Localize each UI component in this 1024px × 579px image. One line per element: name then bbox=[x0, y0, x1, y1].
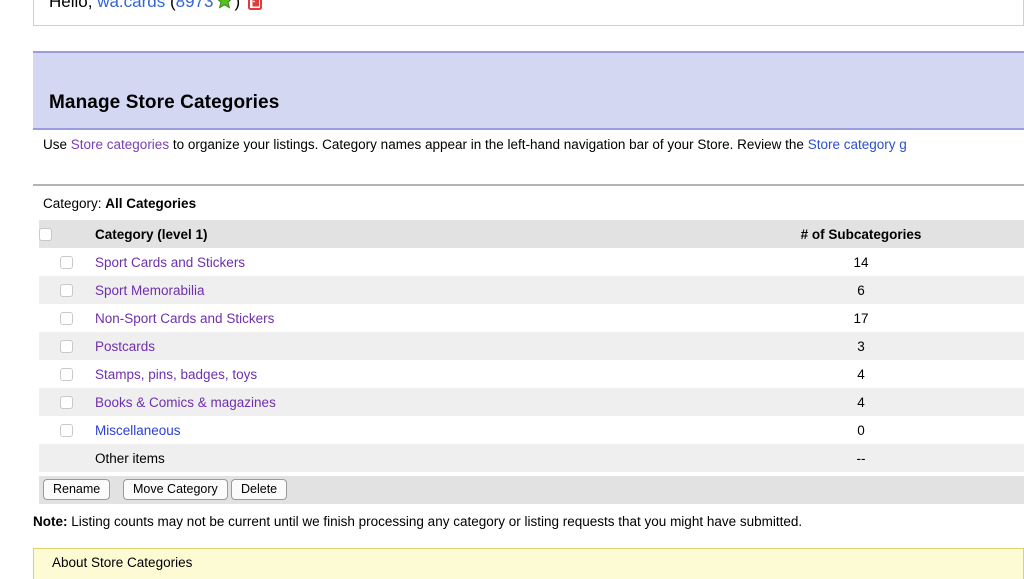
category-label-text: Category: bbox=[43, 196, 102, 211]
categories-table: Category (level 1) # of Subcategories Sp… bbox=[39, 220, 1024, 472]
table-row: Postcards 3 bbox=[39, 332, 1024, 360]
feedback-score-link[interactable]: 8973 bbox=[176, 0, 214, 11]
subcategory-count-cell: -- bbox=[781, 444, 941, 472]
category-name-cell: Stamps, pins, badges, toys bbox=[93, 360, 781, 388]
row-checkbox[interactable] bbox=[59, 256, 73, 270]
hello-label: Hello, bbox=[49, 0, 93, 11]
row-select-cell bbox=[39, 388, 93, 416]
table-row: Other items -- bbox=[39, 444, 1024, 472]
table-row: Non-Sport Cards and Stickers 17 bbox=[39, 304, 1024, 332]
current-category-label: Category: All Categories bbox=[43, 195, 196, 212]
row-spacer-cell bbox=[941, 276, 1024, 304]
category-name-cell: Non-Sport Cards and Stickers bbox=[93, 304, 781, 332]
category-name-cell: Postcards bbox=[93, 332, 781, 360]
listing-counts-note: Note: Listing counts may not be current … bbox=[33, 513, 802, 531]
me-doorway-icon[interactable] bbox=[248, 0, 263, 10]
row-spacer-cell bbox=[941, 444, 1024, 472]
subcategory-count-cell: 4 bbox=[781, 388, 941, 416]
category-name-link[interactable]: Postcards bbox=[95, 339, 155, 354]
row-select-cell bbox=[39, 332, 93, 360]
row-select-cell bbox=[39, 444, 93, 472]
row-checkbox[interactable] bbox=[59, 340, 73, 354]
close-paren: ) bbox=[234, 0, 241, 11]
table-header-row: Category (level 1) # of Subcategories bbox=[39, 220, 1024, 248]
move-category-button[interactable]: Move Category bbox=[123, 479, 228, 500]
action-button-bar: Rename Move Category Delete bbox=[39, 476, 1024, 504]
category-name-link[interactable]: Sport Cards and Stickers bbox=[95, 255, 245, 270]
row-checkbox[interactable] bbox=[59, 312, 73, 326]
category-name-cell: Other items bbox=[93, 444, 781, 472]
category-name-cell: Miscellaneous bbox=[93, 416, 781, 444]
intro-paragraph: Use Store categories to organize your li… bbox=[43, 136, 1024, 154]
category-name-link[interactable]: Miscellaneous bbox=[95, 423, 181, 438]
section-divider bbox=[33, 184, 1024, 186]
subcategory-count-cell: 6 bbox=[781, 276, 941, 304]
intro-text-before: Use bbox=[43, 137, 71, 152]
about-store-categories-title: About Store Categories bbox=[52, 555, 193, 570]
note-label: Note: bbox=[33, 514, 68, 529]
category-name-cell: Sport Memorabilia bbox=[93, 276, 781, 304]
row-spacer-cell bbox=[941, 416, 1024, 444]
category-name-link[interactable]: Stamps, pins, badges, toys bbox=[95, 367, 257, 382]
about-store-categories-panel: About Store Categories bbox=[33, 548, 1024, 579]
greeting-bar: Hello, wa.cards (8973) bbox=[33, 0, 1024, 26]
subcategory-count-cell: 14 bbox=[781, 248, 941, 276]
subcategory-count-cell: 3 bbox=[781, 332, 941, 360]
category-name-cell: Books & Comics & magazines bbox=[93, 388, 781, 416]
column-header-category[interactable]: Category (level 1) bbox=[93, 220, 781, 248]
table-row: Sport Cards and Stickers 14 bbox=[39, 248, 1024, 276]
store-categories-link[interactable]: Store categories bbox=[71, 137, 169, 152]
row-spacer-cell bbox=[941, 388, 1024, 416]
green-star-icon[interactable] bbox=[216, 0, 233, 9]
column-header-subcategories[interactable]: # of Subcategories bbox=[781, 220, 941, 248]
table-row: Stamps, pins, badges, toys 4 bbox=[39, 360, 1024, 388]
page-title: Manage Store Categories bbox=[49, 92, 280, 113]
row-select-cell bbox=[39, 304, 93, 332]
rename-button[interactable]: Rename bbox=[43, 479, 111, 500]
greeting-text: Hello, wa.cards (8973) bbox=[49, 0, 263, 12]
table-row: Sport Memorabilia 6 bbox=[39, 276, 1024, 304]
select-all-header bbox=[39, 220, 93, 248]
row-select-cell bbox=[39, 360, 93, 388]
row-select-cell bbox=[39, 248, 93, 276]
store-category-guidelines-link[interactable]: Store category g bbox=[808, 137, 907, 152]
intro-text-middle: to organize your listings. Category name… bbox=[169, 137, 808, 152]
row-select-cell bbox=[39, 416, 93, 444]
row-spacer-cell bbox=[941, 332, 1024, 360]
table-row: Miscellaneous 0 bbox=[39, 416, 1024, 444]
row-spacer-cell bbox=[941, 248, 1024, 276]
category-name-link[interactable]: Books & Comics & magazines bbox=[95, 395, 276, 410]
category-name-cell: Sport Cards and Stickers bbox=[93, 248, 781, 276]
category-label-value: All Categories bbox=[105, 196, 197, 211]
table-row: Books & Comics & magazines 4 bbox=[39, 388, 1024, 416]
subcategory-count-cell: 4 bbox=[781, 360, 941, 388]
delete-button[interactable]: Delete bbox=[231, 479, 288, 500]
page-banner: Manage Store Categories bbox=[33, 51, 1024, 130]
category-name-link[interactable]: Non-Sport Cards and Stickers bbox=[95, 311, 274, 326]
row-checkbox[interactable] bbox=[59, 368, 73, 382]
row-checkbox[interactable] bbox=[59, 424, 73, 438]
row-checkbox[interactable] bbox=[59, 396, 73, 410]
row-spacer-cell bbox=[941, 304, 1024, 332]
category-name-link[interactable]: Sport Memorabilia bbox=[95, 283, 205, 298]
row-select-cell bbox=[39, 276, 93, 304]
user-name-link[interactable]: wa.cards bbox=[97, 0, 165, 11]
select-all-checkbox[interactable] bbox=[39, 228, 52, 242]
row-spacer-cell bbox=[941, 360, 1024, 388]
subcategory-count-cell: 0 bbox=[781, 416, 941, 444]
subcategory-count-cell: 17 bbox=[781, 304, 941, 332]
category-name-static: Other items bbox=[95, 450, 165, 466]
note-text: Listing counts may not be current until … bbox=[67, 514, 803, 529]
column-header-spacer bbox=[941, 220, 1024, 248]
row-checkbox[interactable] bbox=[59, 284, 73, 298]
